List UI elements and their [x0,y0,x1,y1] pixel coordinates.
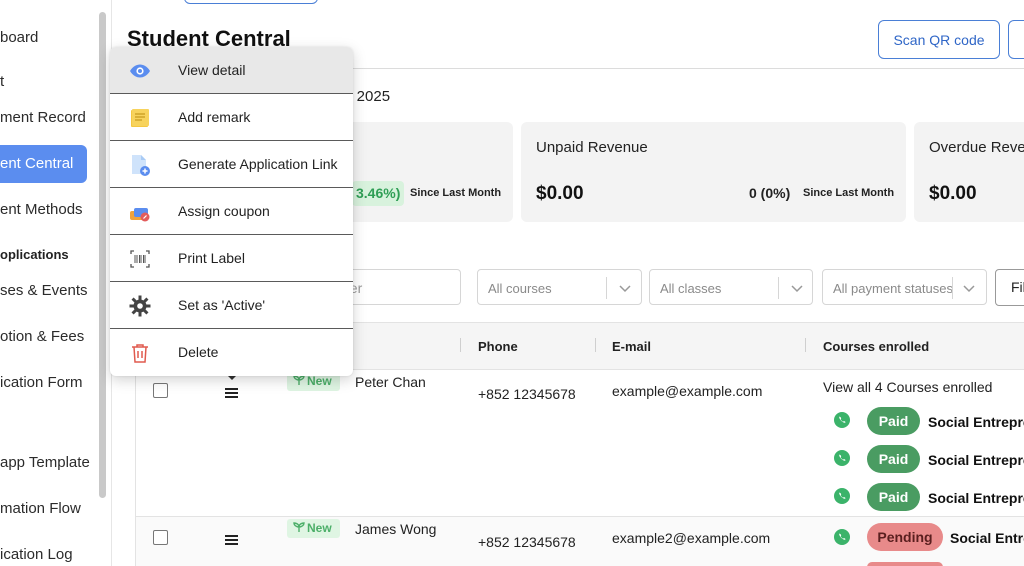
payment-status-badge: Paid [867,407,920,435]
whatsapp-icon[interactable] [833,487,851,505]
menu-item-label: Add remark [178,109,251,125]
classes-select[interactable]: All classes [649,269,813,305]
gear-icon [129,295,151,317]
menu-item-label: Print Label [178,250,245,266]
menu-item-delete[interactable]: Delete [110,329,353,376]
course-name[interactable]: Social Entrepre [928,490,1024,506]
card-change: 0 (0%) [749,185,791,201]
menu-item-label: Set as 'Active' [178,297,266,313]
sidebar-item-payment-record[interactable]: ment Record [0,99,86,137]
row-menu-icon[interactable] [225,535,238,545]
student-email: example@example.com [612,383,763,399]
payment-status-badge: Pending [867,523,943,551]
sidebar-item-notification-log[interactable]: ication Log [0,536,73,566]
menu-item-generate-application-link[interactable]: Generate Application Link [110,141,353,188]
select-value: All payment statuses [833,281,953,296]
sidebar-item-student-central[interactable]: ent Central [0,145,87,183]
menu-item-assign-coupon[interactable]: Assign coupon [110,188,353,235]
student-phone: +852 12345678 [478,534,576,550]
student-phone: +852 12345678 [478,386,576,402]
note-icon [131,109,149,127]
row-checkbox[interactable] [153,383,168,398]
course-name[interactable]: Social Entrep [950,530,1024,546]
student-email: example2@example.com [612,530,771,546]
trash-icon [132,344,148,363]
student-name[interactable]: James Wong [355,521,436,537]
select-value: All courses [488,281,552,296]
sidebar-item-courses-events[interactable]: ses & Events [0,272,88,310]
sidebar: board t ment Record ent Central ent Meth… [0,0,112,566]
menu-item-print-label[interactable]: Print Label [110,235,353,282]
course-name[interactable]: Social Entrepre [928,414,1024,430]
scan-qr-button[interactable]: Scan QR code [878,20,1000,59]
whatsapp-icon[interactable] [833,449,851,467]
since-last-month-label: Since Last Month [803,187,895,199]
chevron-down-icon [963,285,975,293]
row-checkbox[interactable] [153,530,168,545]
secondary-header-button[interactable] [1008,20,1024,59]
menu-item-add-remark[interactable]: Add remark [110,94,353,141]
search-input[interactable]: ber [340,269,461,305]
whatsapp-icon[interactable] [833,411,851,429]
sidebar-scrollbar[interactable] [99,12,106,498]
since-last-month-label: Since Last Month [410,187,502,199]
stat-card-overdue-revenue: Overdue Reve $0.00 [914,122,1024,222]
sidebar-item-dashboard[interactable]: board [0,19,38,57]
payment-status-badge: Paid [867,483,920,511]
sidebar-item-automation-flow[interactable]: mation Flow [0,490,81,528]
column-header-phone[interactable]: Phone [478,339,518,354]
eye-icon [130,64,150,78]
menu-item-label: Generate Application Link [178,156,338,172]
row-context-menu: View detail Add remark Generate Applicat… [110,47,353,376]
new-badge: New [287,519,340,538]
payment-status-badge: Paid [867,445,920,473]
card-value: $0.00 [536,183,584,204]
sidebar-item-whatsapp-template[interactable]: app Template [0,444,90,482]
card-value: $0.00 [929,183,977,204]
course-name[interactable]: Social Entrepre [928,452,1024,468]
chevron-down-icon [619,285,631,293]
menu-item-label: Assign coupon [178,203,270,219]
menu-item-label: View detail [178,62,246,78]
courses-select[interactable]: All courses [477,269,642,305]
top-action-button[interactable] [184,0,318,4]
card-title: Overdue Reve [929,139,1024,156]
stat-card-unpaid-revenue: Unpaid Revenue $0.00 0 (0%) Since Last M… [521,122,906,222]
select-value: All classes [660,281,722,296]
column-header-courses[interactable]: Courses enrolled [823,339,929,354]
sidebar-item-promotion-fees[interactable]: otion & Fees [0,318,84,356]
barcode-icon [130,250,150,268]
column-header-email[interactable]: E-mail [612,339,651,354]
row-menu-icon[interactable] [225,388,238,398]
sidebar-item-payment-methods[interactable]: ent Methods [0,191,83,229]
sprout-icon [293,522,305,532]
menu-item-view-detail[interactable]: View detail [110,47,353,94]
menu-item-set-active[interactable]: Set as 'Active' [110,282,353,329]
coupon-icon [130,208,150,222]
card-title: Unpaid Revenue [536,139,648,156]
percent-change-badge: 3.46%) [352,181,405,206]
student-name[interactable]: Peter Chan [355,374,426,390]
menu-item-label: Delete [178,344,219,360]
payment-status-badge-partial [867,562,943,566]
sidebar-item-application-form[interactable]: ication Form [0,364,83,402]
view-all-courses-link[interactable]: View all 4 Courses enrolled [823,379,992,395]
chevron-down-icon [791,285,803,293]
whatsapp-icon[interactable] [833,528,851,546]
sidebar-item-t[interactable]: t [0,63,4,101]
filter-button[interactable]: Fil [995,269,1024,306]
payment-status-select[interactable]: All payment statuses [822,269,987,305]
sidebar-section-applications: oplications [0,247,69,262]
document-add-icon [132,155,150,176]
